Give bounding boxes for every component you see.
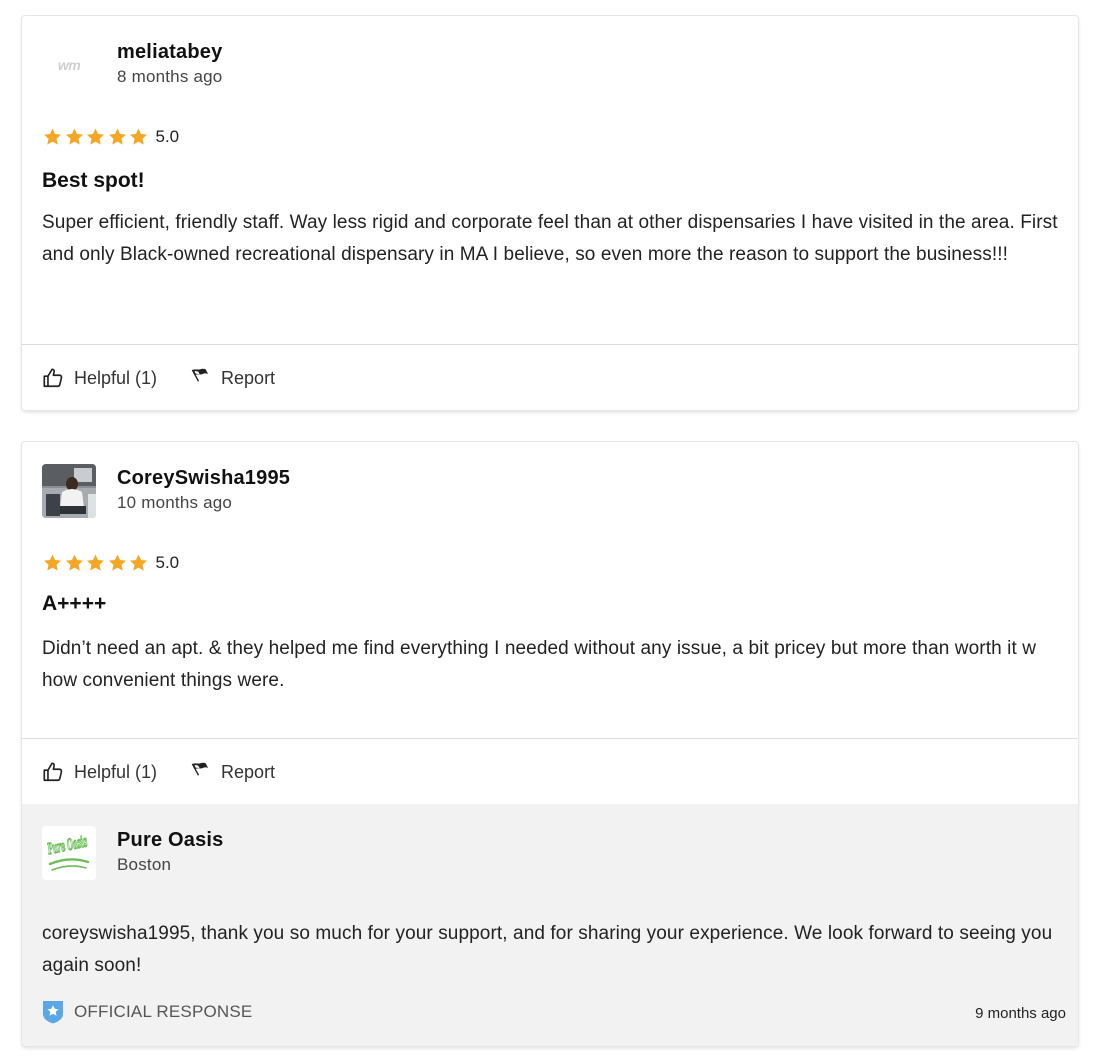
rating-value: 5.0 bbox=[155, 127, 180, 146]
rating-value: 5.0 bbox=[155, 553, 180, 572]
star-icon bbox=[44, 128, 61, 145]
review-header: wm meliatabey 8 months ago bbox=[42, 38, 222, 94]
business-name[interactable]: Pure Oasis bbox=[117, 828, 224, 852]
business-logo[interactable]: Pure Oasis bbox=[42, 826, 96, 880]
reviewer-name[interactable]: meliatabey bbox=[117, 40, 222, 64]
report-button[interactable]: Report bbox=[189, 367, 275, 389]
avatar[interactable]: wm bbox=[42, 38, 96, 92]
review-card: CoreySwisha1995 10 months ago 5.0 A++++ … bbox=[22, 442, 1078, 1046]
star-icon bbox=[108, 554, 126, 571]
star-icon bbox=[87, 128, 104, 145]
user-photo bbox=[42, 464, 96, 518]
verified-shield-icon bbox=[43, 1001, 63, 1024]
review-title: Best spot! bbox=[42, 169, 145, 192]
helpful-button[interactable]: Helpful (1) bbox=[42, 367, 157, 389]
review-actions: Helpful (1) Report bbox=[42, 759, 275, 785]
star-icon bbox=[65, 554, 83, 571]
review-body: Didn’t need an apt. & they helped me fin… bbox=[42, 638, 1037, 691]
business-response: Pure Oasis Pure Oasis Boston coreyswisha… bbox=[22, 804, 1078, 1046]
review-body: Super efficient, friendly staff. Way les… bbox=[42, 212, 1058, 265]
thumbs-up-icon bbox=[43, 762, 63, 782]
star-icon bbox=[65, 128, 83, 145]
review-card: wm meliatabey 8 months ago 5.0 Best spot… bbox=[22, 16, 1078, 410]
report-label: Report bbox=[221, 761, 276, 782]
helpful-label: Helpful (1) bbox=[74, 761, 158, 782]
star-icon bbox=[44, 554, 61, 571]
star-icon bbox=[130, 128, 147, 145]
avatar[interactable] bbox=[42, 464, 96, 518]
avatar-placeholder-text: wm bbox=[57, 57, 81, 73]
response-time: 9 months ago bbox=[975, 1005, 1066, 1022]
star-rating: 5.0 bbox=[42, 126, 179, 148]
helpful-label: Helpful (1) bbox=[74, 367, 158, 388]
flag-icon bbox=[191, 368, 209, 382]
official-response-label: OFFICIAL RESPONSE bbox=[74, 1002, 253, 1021]
star-icon bbox=[108, 128, 126, 145]
business-location: Boston bbox=[117, 855, 172, 874]
thumbs-up-icon bbox=[43, 368, 63, 388]
star-icon bbox=[87, 554, 104, 571]
helpful-button[interactable]: Helpful (1) bbox=[42, 761, 157, 783]
pure-oasis-logo: Pure Oasis bbox=[42, 826, 96, 880]
review-header: CoreySwisha1995 10 months ago bbox=[42, 464, 290, 520]
review-time: 8 months ago bbox=[117, 67, 223, 86]
official-response-badge: OFFICIAL RESPONSE bbox=[42, 1000, 252, 1024]
response-message: coreyswisha1995, thank you so much for y… bbox=[42, 923, 1053, 976]
reviewer-name[interactable]: CoreySwisha1995 bbox=[117, 466, 290, 490]
response-header: Pure Oasis Pure Oasis Boston bbox=[42, 826, 224, 882]
divider bbox=[22, 344, 1078, 345]
review-title: A++++ bbox=[42, 592, 107, 615]
flag-icon bbox=[191, 762, 209, 776]
star-icon bbox=[130, 554, 147, 571]
report-button[interactable]: Report bbox=[189, 761, 275, 783]
report-label: Report bbox=[221, 367, 276, 388]
review-actions: Helpful (1) Report bbox=[42, 365, 275, 391]
divider bbox=[22, 738, 1078, 739]
star-rating: 5.0 bbox=[42, 552, 179, 574]
review-time: 10 months ago bbox=[117, 493, 233, 512]
